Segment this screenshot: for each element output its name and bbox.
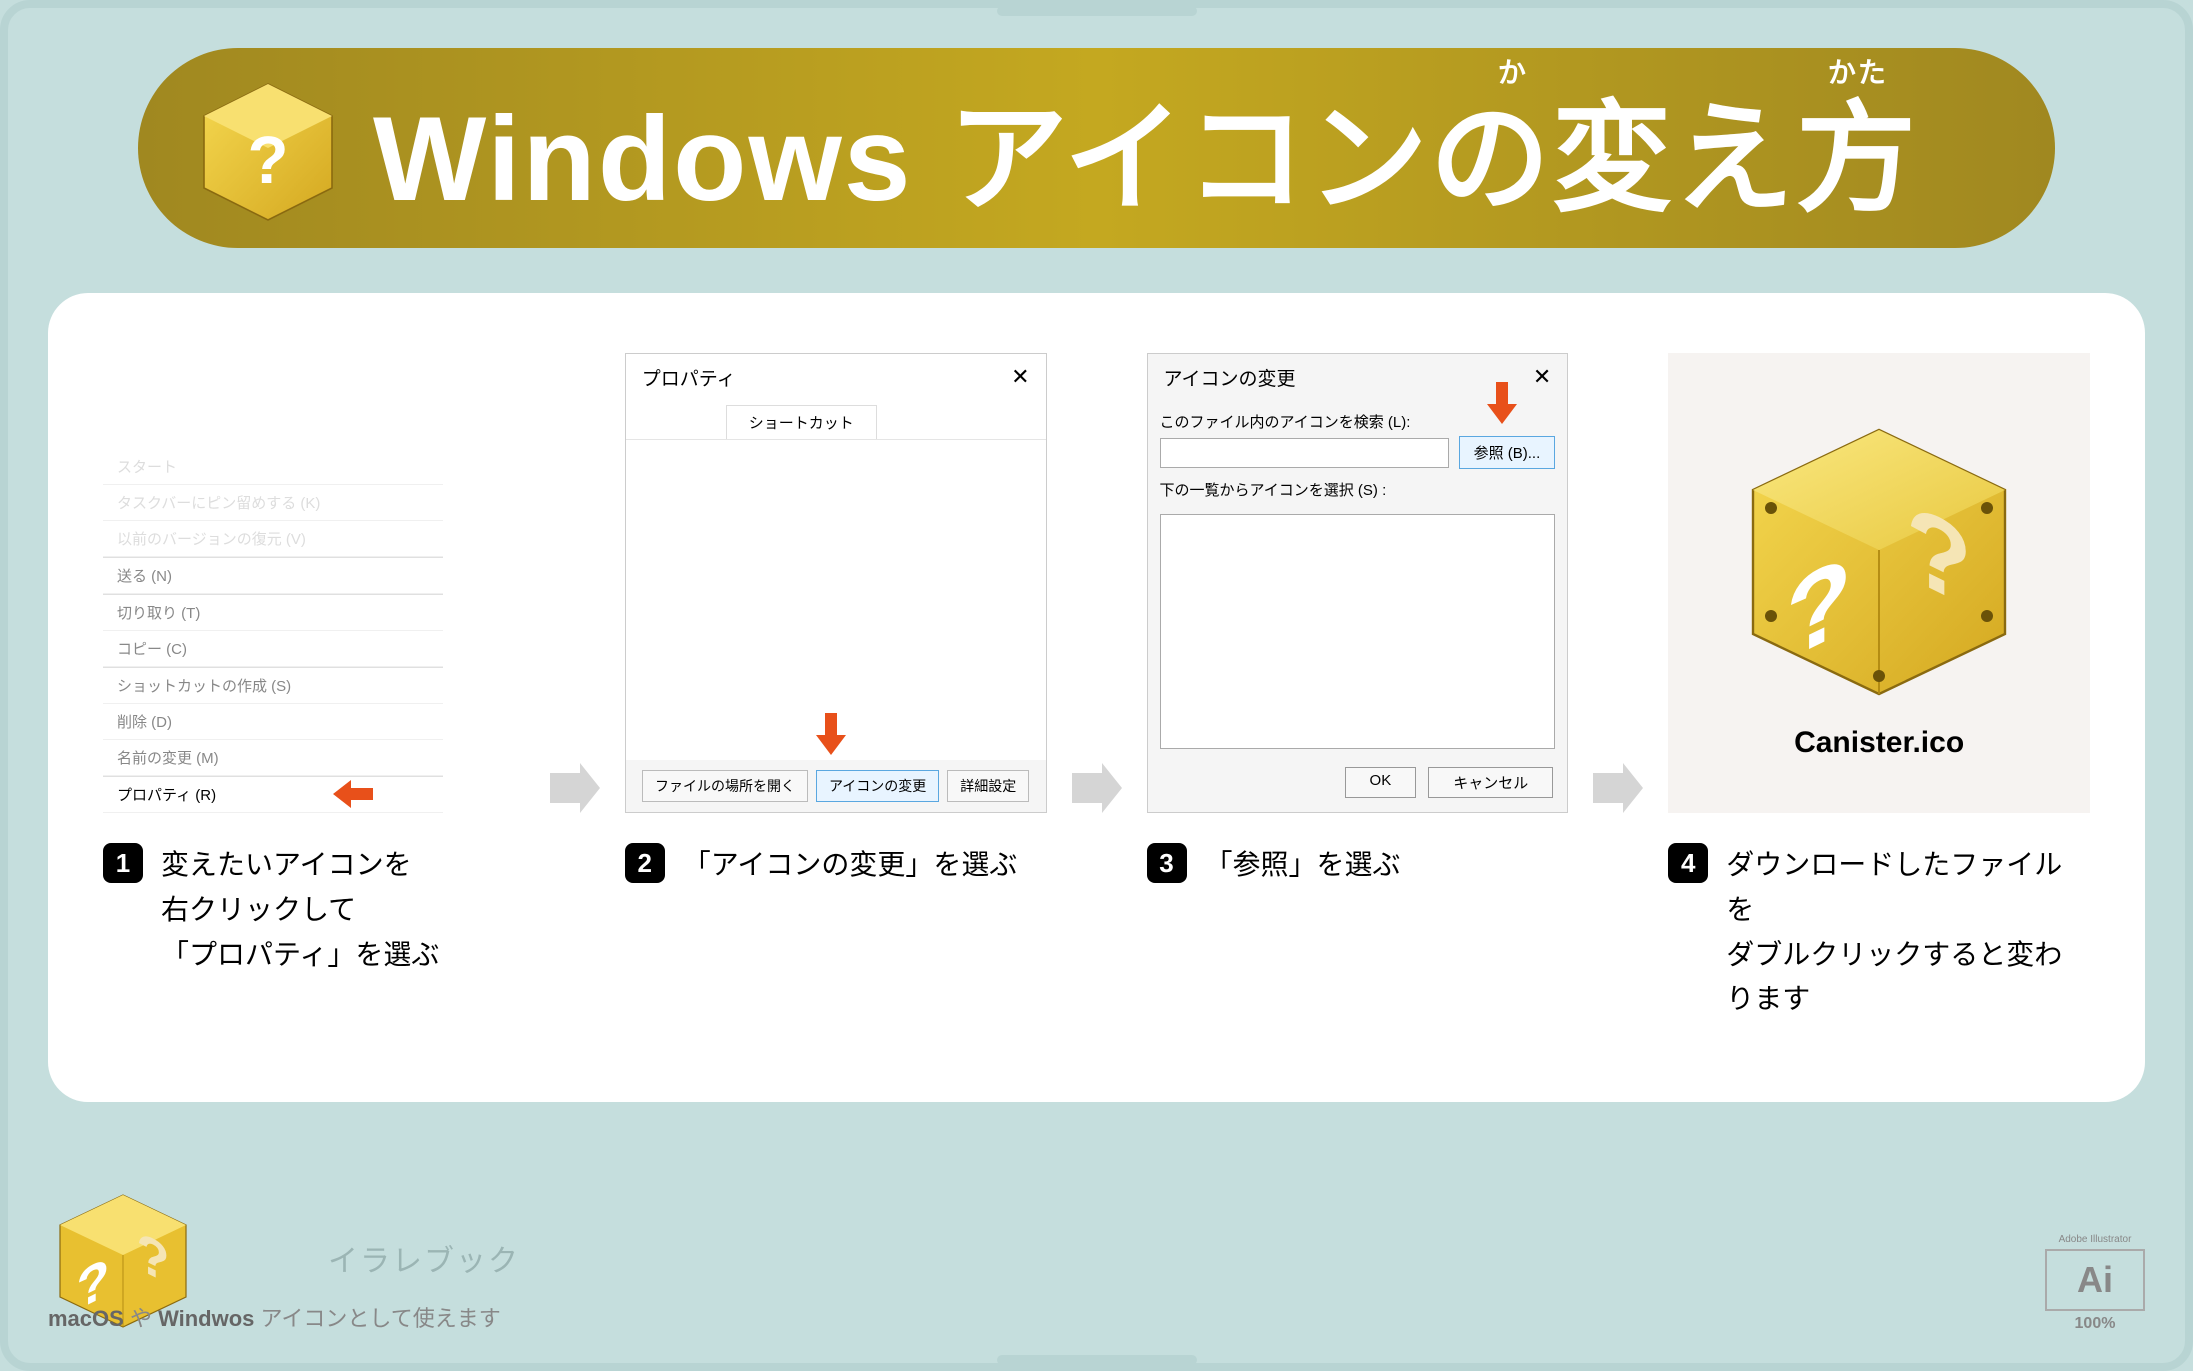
note-suffix: アイコンとして使えます: [254, 1306, 500, 1331]
properties-dialog: プロパティ ✕ ショートカット ファイルの場所を開く アイコンの変更 詳細設定: [625, 353, 1047, 813]
advanced-button: 詳細設定: [947, 770, 1029, 802]
cancel-button: キャンセル: [1428, 767, 1553, 798]
context-menu: スタート タスクバーにピン留めする (K) 以前のバージョンの復元 (V) 送る…: [103, 449, 443, 813]
footer-note: macOS や Windwos アイコンとして使えます: [48, 1301, 501, 1333]
ctx-item: 以前のバージョンの復元 (V): [103, 521, 443, 557]
icon-list: [1160, 514, 1556, 749]
step-2-image: プロパティ ✕ ショートカット ファイルの場所を開く アイコンの変更 詳細設定: [625, 353, 1047, 813]
step-4: ? ? Canister.ico 4 ダウンロードしたファイルを ダブルクリック…: [1668, 353, 2090, 1022]
note-windows: Windwos: [158, 1306, 254, 1331]
ctx-item-properties: プロパティ (R): [103, 777, 443, 813]
tab-shortcut: ショートカット: [726, 405, 877, 439]
ok-button: OK: [1345, 767, 1417, 798]
note-sep: や: [124, 1306, 158, 1331]
frame-notch-bottom: [997, 1355, 1197, 1365]
select-icon-label: 下の一覧からアイコンを選択 (S) :: [1148, 469, 1568, 504]
ctx-item: スタート: [103, 449, 443, 485]
dialog-title: アイコンの変更: [1164, 364, 1296, 391]
step-1: スタート タスクバーにピン留めする (K) 以前のバージョンの復元 (V) 送る…: [103, 353, 525, 977]
step-4-image: ? ? Canister.ico: [1668, 353, 2090, 813]
note-macos: macOS: [48, 1306, 124, 1331]
ai-icon: Ai: [2045, 1249, 2145, 1311]
ctx-item: 切り取り (T): [103, 595, 443, 631]
title-question-block-icon: ?: [188, 68, 348, 228]
ctx-item: ショットカットの作成 (S): [103, 668, 443, 704]
arrow-down-icon: [816, 713, 846, 760]
arrow-right-icon: [1593, 763, 1643, 813]
ctx-item: 削除 (D): [103, 704, 443, 740]
step-3: アイコンの変更 ✕ このファイル内のアイコンを検索 (L): 参照 (B)...…: [1147, 353, 1569, 888]
step-number-badge: 2: [625, 843, 665, 883]
ctx-item: タスクバーにピン留めする (K): [103, 485, 443, 521]
ctx-item-label: プロパティ (R): [117, 787, 216, 804]
illustrator-badge: Adobe Illustrator Ai 100%: [2045, 1234, 2145, 1333]
ctx-item: コピー (C): [103, 631, 443, 667]
close-icon: ✕: [1011, 364, 1029, 391]
arrow-right-icon: [1072, 763, 1122, 813]
step-2: プロパティ ✕ ショートカット ファイルの場所を開く アイコンの変更 詳細設定 …: [625, 353, 1047, 888]
question-block-icon: ? ?: [1729, 406, 2029, 706]
change-icon-dialog: アイコンの変更 ✕ このファイル内のアイコンを検索 (L): 参照 (B)...…: [1147, 353, 1569, 813]
browse-button: 参照 (B)...: [1459, 436, 1556, 469]
footer-brand: イラレブック: [328, 1236, 520, 1280]
arrow-left-icon: [333, 780, 373, 812]
ai-label: Adobe Illustrator: [2045, 1234, 2145, 1245]
arrow-right-icon: [550, 763, 600, 813]
title-text: Windows アイコンの変え方: [373, 92, 1918, 226]
open-location-button: ファイルの場所を開く: [642, 770, 808, 802]
steps-panel: スタート タスクバーにピン留めする (K) 以前のバージョンの復元 (V) 送る…: [48, 293, 2145, 1102]
icon-path-input: [1160, 438, 1449, 468]
furigana-kata: かた: [1828, 51, 1888, 91]
icon-filename: Canister.ico: [1794, 726, 1964, 760]
step-text: ダウンロードしたファイルを ダブルクリックすると変わります: [1726, 843, 2090, 1022]
close-icon: ✕: [1533, 364, 1551, 391]
arrow-down-icon: [1487, 382, 1517, 429]
ctx-item: 送る (N): [103, 558, 443, 594]
step-number-badge: 1: [103, 843, 143, 883]
ai-percent: 100%: [2045, 1315, 2145, 1333]
footer: ? ? イラレブック macOS や Windwos アイコンとして使えます A…: [48, 1183, 2145, 1333]
dialog-title: プロパティ: [642, 364, 736, 391]
title-banner: ? か かた Windows アイコンの変え方: [138, 48, 2055, 248]
step-text: 「アイコンの変更」を選ぶ: [683, 843, 1018, 888]
page-title: か かた Windows アイコンの変え方: [373, 61, 1918, 235]
step-text: 変えたいアイコンを 右クリックして 「プロパティ」を選ぶ: [161, 843, 439, 977]
step-number-badge: 4: [1668, 843, 1708, 883]
svg-text:?: ?: [247, 123, 288, 198]
ctx-item: 名前の変更 (M): [103, 740, 443, 776]
step-number-badge: 3: [1147, 843, 1187, 883]
change-icon-button: アイコンの変更: [816, 770, 939, 802]
furigana-ka: か: [1498, 51, 1528, 91]
step-1-image: スタート タスクバーにピン留めする (K) 以前のバージョンの復元 (V) 送る…: [103, 353, 525, 813]
step-3-image: アイコンの変更 ✕ このファイル内のアイコンを検索 (L): 参照 (B)...…: [1147, 353, 1569, 813]
step-text: 「参照」を選ぶ: [1205, 843, 1401, 888]
frame-notch-top: [997, 6, 1197, 16]
